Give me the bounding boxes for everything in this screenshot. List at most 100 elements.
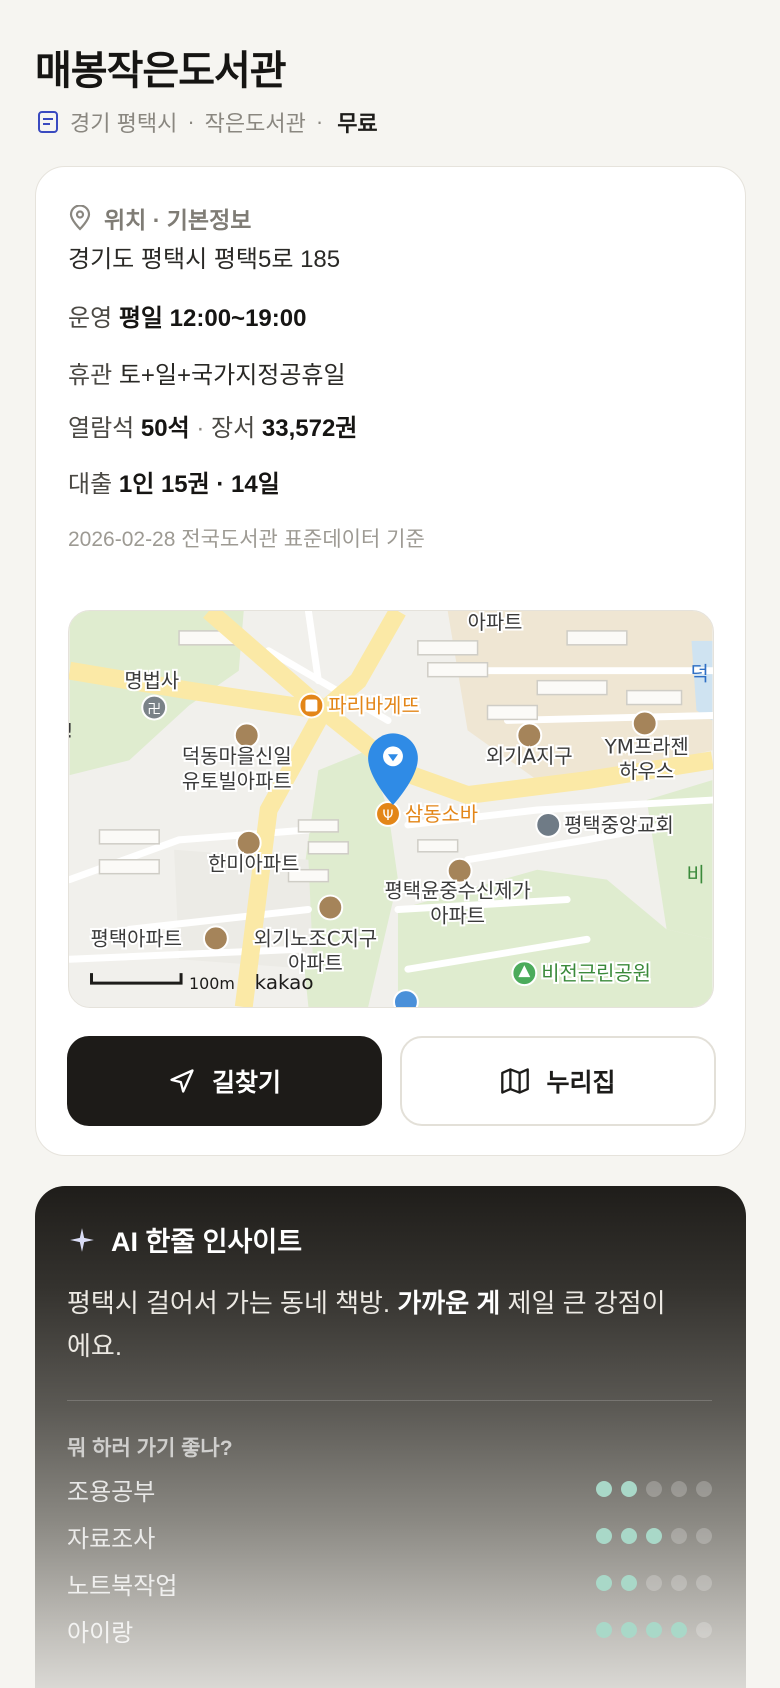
map-label-edge: 덕 xyxy=(690,663,708,686)
rating-dot-filled xyxy=(596,1528,612,1544)
map-label-restaurant: 삼동소바 xyxy=(405,803,478,826)
activity-question: 뭐 하러 가기 좋나? xyxy=(67,1437,233,1460)
capacity-row: 열람석 50석 · 장서 33,572권 xyxy=(68,408,357,443)
rating-dot-empty xyxy=(696,1528,712,1544)
ai-text-part: 평택시 걸어서 가는 동네 책방. xyxy=(67,1288,398,1318)
map-label-apt: YM프라젠 xyxy=(604,735,689,758)
region-text: 경기 평택시 xyxy=(70,111,178,136)
activity-rating xyxy=(596,1528,712,1544)
activity-name: 자료조사 xyxy=(67,1525,156,1553)
map-label-church: 평택중앙교회 xyxy=(564,814,674,837)
rating-dot-filled xyxy=(621,1528,637,1544)
navigation-arrow-icon xyxy=(170,1069,194,1093)
activity-name: 노트북작업 xyxy=(67,1572,178,1600)
ai-insight-header: AI 한줄 인사이트 xyxy=(69,1220,302,1259)
svg-text:Ψ: Ψ xyxy=(383,808,394,824)
loan-label: 대출 xyxy=(68,471,113,498)
hours-row: 운영 평일 12:00~19:00 xyxy=(68,298,306,333)
info-card: 위치 · 기본정보 경기도 평택시 평택5로 185 운영 평일 12:00~1… xyxy=(35,166,746,1156)
divider xyxy=(67,1400,712,1401)
activity-rating xyxy=(596,1481,712,1497)
rating-dot-empty xyxy=(696,1481,712,1497)
map-scale-label: 100m xyxy=(189,974,235,993)
closed-label: 휴관 xyxy=(68,362,113,389)
seats-value: 50석 xyxy=(140,415,190,442)
map-label-edge: ! xyxy=(69,719,74,742)
activity-name: 조용공부 xyxy=(67,1478,156,1506)
loan-row: 대출 1인 15권 · 14일 xyxy=(68,464,280,499)
location-pin-icon xyxy=(69,205,91,231)
map-label-apt: 외기A지구 xyxy=(486,745,573,768)
ai-insight-card: AI 한줄 인사이트 평택시 걸어서 가는 동네 책방. 가까운 게 제일 큰 … xyxy=(35,1186,746,1688)
separator: · xyxy=(196,415,205,442)
map-label-apt: 하우스 xyxy=(619,760,674,783)
rating-dot-filled xyxy=(596,1622,612,1638)
svg-text:卍: 卍 xyxy=(147,701,161,717)
activity-row: 노트북작업 xyxy=(67,1566,712,1600)
rating-dot-empty xyxy=(671,1575,687,1591)
activity-row: 아이랑 xyxy=(67,1613,712,1647)
map-label-apt: 아파트 xyxy=(468,611,523,634)
ai-text-highlight: 가까운 게 xyxy=(397,1288,501,1318)
rating-dot-empty xyxy=(696,1575,712,1591)
map-label-apt: 한미아파트 xyxy=(208,853,299,876)
section-header: 위치 · 기본정보 xyxy=(68,201,251,235)
map-label-apt: 덕동마을신일 xyxy=(182,745,292,768)
address-text: 경기도 평택시 평택5로 185 xyxy=(68,246,341,273)
map-label-apt: 평택아파트 xyxy=(91,927,182,950)
map-label-bakery: 파리바게뜨 xyxy=(328,694,419,717)
closed-value: 토+일+국가지정공휴일 xyxy=(118,362,346,389)
page-title: 매봉작은도서관 xyxy=(35,49,287,93)
books-label: 장서 xyxy=(211,415,256,442)
website-button[interactable]: 누리집 xyxy=(400,1036,716,1126)
fee-badge: 무료 xyxy=(337,111,378,136)
rating-dot-empty xyxy=(646,1575,662,1591)
document-icon xyxy=(38,111,58,133)
directions-label: 길찾기 xyxy=(211,1069,281,1097)
map-label-apt: 아파트 xyxy=(430,904,485,927)
directions-button[interactable]: 길찾기 xyxy=(67,1036,382,1126)
rating-dot-filled xyxy=(621,1575,637,1591)
closed-row: 휴관 토+일+국가지정공휴일 xyxy=(68,355,346,390)
ai-insight-title: AI 한줄 인사이트 xyxy=(111,1227,303,1257)
activity-rating xyxy=(596,1575,712,1591)
rating-dot-filled xyxy=(671,1622,687,1638)
hours-label: 운영 xyxy=(68,305,113,332)
rating-dot-filled xyxy=(646,1622,662,1638)
rating-dot-empty xyxy=(671,1481,687,1497)
separator: · xyxy=(315,109,324,134)
rating-dot-filled xyxy=(646,1528,662,1544)
ai-insight-text: 평택시 걸어서 가는 동네 책방. 가까운 게 제일 큰 강점이에요. xyxy=(67,1282,667,1368)
map-label-park: 비전근린공원 xyxy=(541,962,651,985)
rating-dot-filled xyxy=(596,1575,612,1591)
separator: · xyxy=(187,109,195,134)
activity-rating xyxy=(596,1622,712,1638)
rating-dot-filled xyxy=(596,1481,612,1497)
library-type-text: 작은도서관 xyxy=(204,111,306,136)
map[interactable]: 명법사 卍 아파트 파리바게뜨 덕 ! 비 덕동마을신일 xyxy=(68,610,714,1008)
books-value: 33,572권 xyxy=(261,415,358,442)
rating-dot-filled xyxy=(621,1481,637,1497)
section-title: 위치 · 기본정보 xyxy=(104,207,252,233)
rating-dot-empty xyxy=(696,1622,712,1638)
map-label-apt: 유토빌아파트 xyxy=(182,770,292,793)
data-basis-note: 2026-02-28 전국도서관 표준데이터 기준 xyxy=(68,528,425,551)
activity-row: 조용공부 xyxy=(67,1472,712,1506)
website-label: 누리집 xyxy=(546,1069,616,1097)
sparkle-icon xyxy=(70,1227,94,1252)
map-brand-logo: kakao xyxy=(255,971,314,994)
seats-label: 열람석 xyxy=(68,415,135,442)
activity-name: 아이랑 xyxy=(67,1619,134,1647)
hours-value: 평일 12:00~19:00 xyxy=(118,305,307,332)
map-label-edge: 비 xyxy=(687,864,705,887)
map-label-apt: 외기노조C지구 xyxy=(254,927,378,950)
loan-value: 1인 15권 · 14일 xyxy=(118,471,280,498)
rating-dot-empty xyxy=(671,1528,687,1544)
library-meta: 경기 평택시 · 작은도서관 · 무료 xyxy=(36,108,378,136)
map-label-temple: 명법사 xyxy=(124,670,179,693)
rating-dot-filled xyxy=(621,1622,637,1638)
activity-row: 자료조사 xyxy=(67,1519,712,1553)
map-label-apt: 평택윤중수신제가 xyxy=(385,880,531,903)
map-icon xyxy=(501,1068,530,1094)
rating-dot-empty xyxy=(646,1481,662,1497)
